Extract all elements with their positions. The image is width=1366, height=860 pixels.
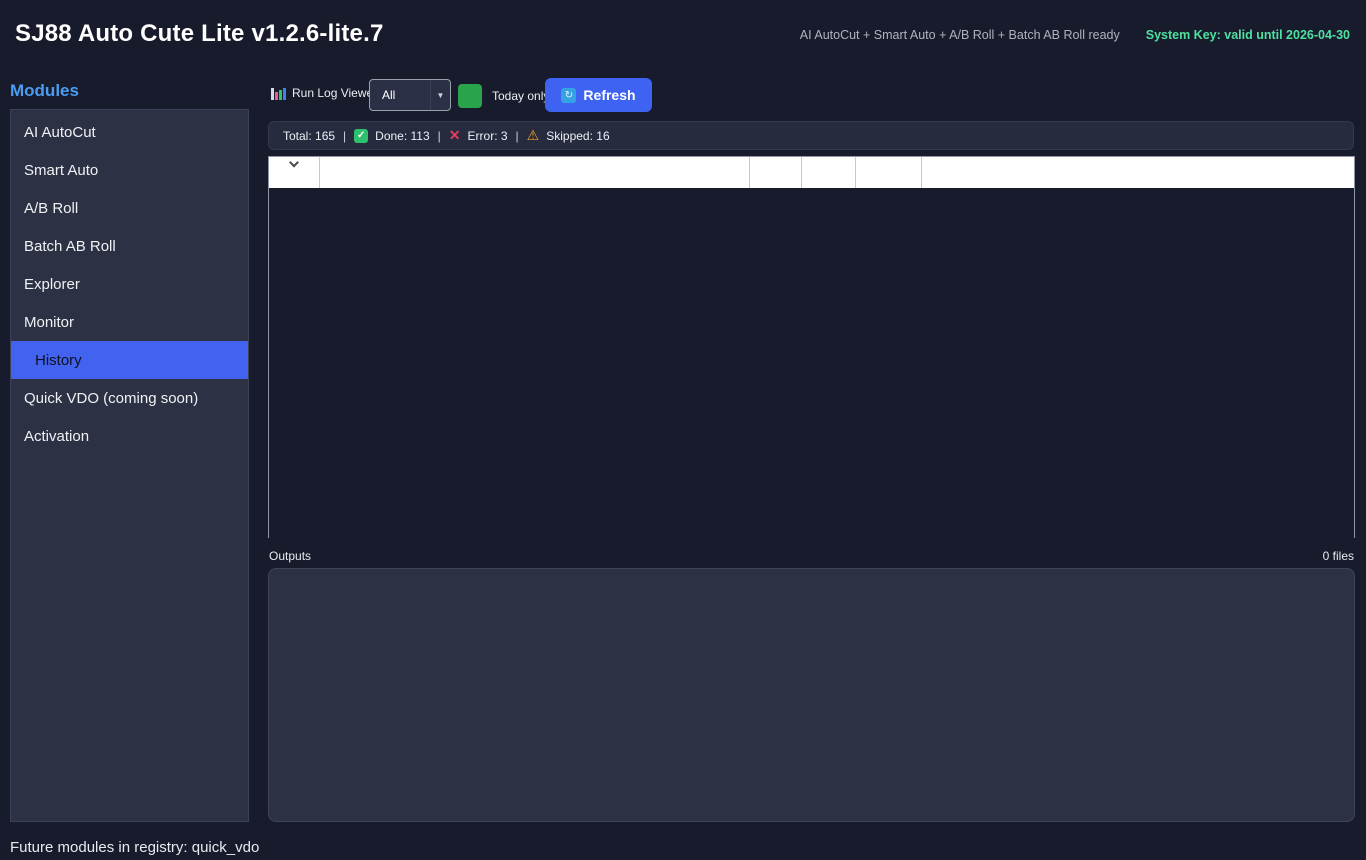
history-filter-dropdown[interactable]: All ▼ — [369, 79, 451, 111]
stat-separator: | — [437, 129, 442, 143]
outputs-panel[interactable] — [268, 568, 1355, 822]
sidebar-item-quick-vdo[interactable]: Quick VDO (coming soon) — [11, 379, 248, 417]
sidebar-item-smart-auto[interactable]: Smart Auto — [11, 151, 248, 189]
sidebar-item-activation[interactable]: Activation — [11, 417, 248, 455]
future-modules-note: Future modules in registry: quick_vdo — [10, 839, 259, 856]
run-log-viewer-label: Run Log Viewer — [292, 86, 377, 100]
stat-separator: | — [515, 129, 520, 143]
table-column-expander[interactable] — [269, 157, 320, 188]
filter-selected-value: All — [370, 88, 430, 102]
stat-separator: | — [342, 129, 347, 143]
dropdown-caret-box[interactable]: ▼ — [430, 80, 450, 110]
refresh-button[interactable]: ↻ Refresh — [545, 78, 652, 112]
history-table-body[interactable] — [269, 188, 1354, 539]
error-x-icon: ✕ — [449, 127, 461, 144]
system-key-status: System Key: valid until 2026-04-30 — [1146, 28, 1350, 42]
refresh-button-label: Refresh — [583, 87, 635, 103]
table-column-6[interactable] — [922, 157, 1354, 188]
today-only-checkbox[interactable] — [458, 84, 482, 108]
history-table[interactable] — [268, 156, 1355, 538]
header-status-area: AI AutoCut + Smart Auto + A/B Roll + Bat… — [800, 28, 1350, 42]
sidebar-item-explorer[interactable]: Explorer — [11, 265, 248, 303]
modules-ready-status: AI AutoCut + Smart Auto + A/B Roll + Bat… — [800, 28, 1120, 42]
done-check-icon: ✓ — [354, 129, 368, 143]
sidebar-item-monitor[interactable]: Monitor — [11, 303, 248, 341]
table-column-2[interactable] — [320, 157, 750, 188]
sidebar-item-batch-ab-roll[interactable]: Batch AB Roll — [11, 227, 248, 265]
skipped-warning-icon: ⚠ — [527, 127, 540, 144]
stat-total: Total: 165 — [283, 129, 335, 143]
run-log-viewer-button[interactable]: Run Log Viewer — [271, 86, 377, 100]
bar-chart-icon — [271, 86, 286, 100]
stat-error: Error: 3 — [468, 129, 508, 143]
modules-heading: Modules — [10, 81, 79, 101]
refresh-icon: ↻ — [561, 88, 576, 103]
sidebar-item-ab-roll[interactable]: A/B Roll — [11, 189, 248, 227]
chevron-down-icon: ▼ — [437, 91, 445, 100]
stat-skipped: Skipped: 16 — [546, 129, 609, 143]
table-column-4[interactable] — [802, 157, 856, 188]
table-column-5[interactable] — [856, 157, 922, 188]
chevron-down-icon — [289, 158, 299, 168]
stat-done: Done: 113 — [375, 129, 430, 143]
sidebar-item-history[interactable]: History — [11, 341, 248, 379]
app-title: SJ88 Auto Cute Lite v1.2.6-lite.7 — [15, 20, 384, 48]
today-only-label: Today only — [492, 89, 549, 103]
module-list[interactable]: AI AutoCut Smart Auto A/B Roll Batch AB … — [10, 109, 249, 822]
outputs-file-count: 0 files — [268, 549, 1354, 563]
sidebar-item-ai-autocut[interactable]: AI AutoCut — [11, 113, 248, 151]
run-stats-bar: Total: 165 | ✓ Done: 113 | ✕ Error: 3 | … — [268, 121, 1354, 150]
history-table-header[interactable] — [269, 157, 1354, 188]
table-column-3[interactable] — [750, 157, 802, 188]
